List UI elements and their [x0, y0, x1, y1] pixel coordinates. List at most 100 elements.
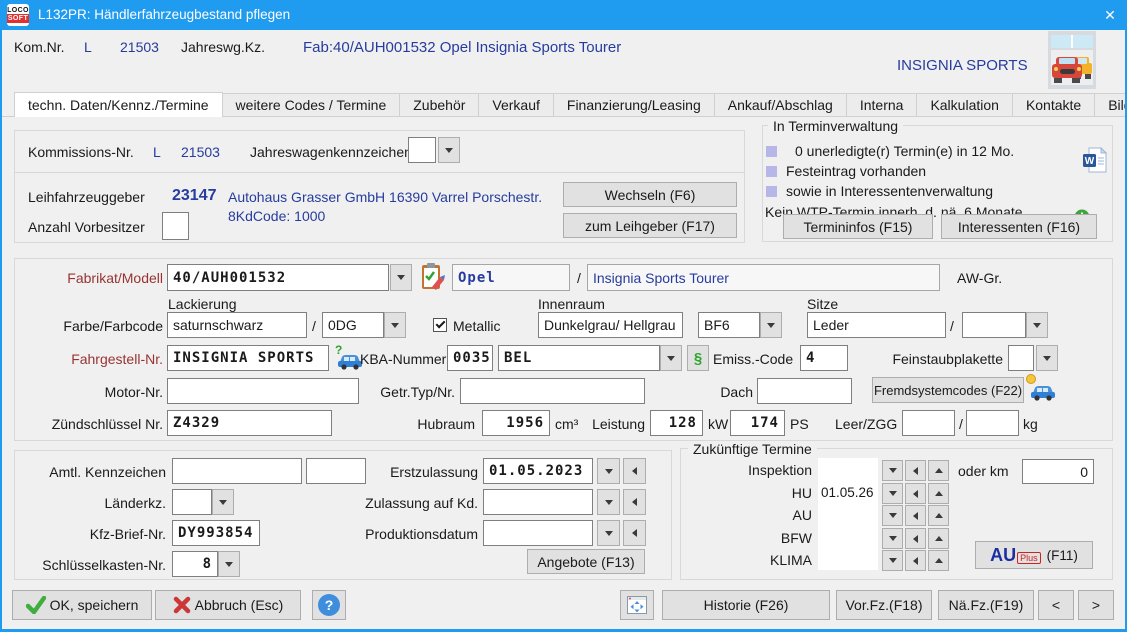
sitze-code-input[interactable] — [962, 312, 1026, 338]
laenderkz-label: Länderkz. — [20, 495, 166, 511]
inspektion-down-button[interactable] — [882, 460, 903, 481]
leistung-label: Leistung — [588, 416, 645, 432]
historie-button[interactable]: Historie (F26) — [662, 590, 830, 620]
klima-down-button[interactable] — [882, 550, 903, 571]
farbe-input[interactable]: saturnschwarz — [167, 312, 307, 338]
feinstaub-input[interactable] — [1008, 345, 1034, 371]
leergewicht-input[interactable] — [902, 410, 955, 436]
abbruch-button[interactable]: Abbruch (Esc) — [155, 590, 301, 620]
tab-kontakte[interactable]: Kontakte — [1013, 93, 1095, 117]
innenraum-input[interactable]: Dunkelgrau/ Hellgrau — [538, 312, 683, 338]
kba-input-2[interactable]: BEL — [498, 345, 660, 371]
au-plus-button[interactable]: AU Plus (F11) — [975, 541, 1093, 569]
fabrikat-combo-button[interactable] — [390, 264, 412, 291]
jahreswagen-combo-button[interactable] — [438, 137, 460, 163]
getriebe-input[interactable] — [460, 378, 645, 404]
klima-left-button[interactable] — [905, 550, 926, 571]
zum-leihgeber-button[interactable]: zum Leihgeber (F17) — [563, 213, 737, 238]
au-down-button[interactable] — [882, 505, 903, 526]
tab-kalkulation[interactable]: Kalkulation — [917, 93, 1013, 117]
laenderkz-combo-button[interactable] — [212, 489, 234, 515]
tab-weitere-codes[interactable]: weitere Codes / Termine — [223, 93, 401, 117]
fabrikat-label: Fabrikat/Modell — [28, 270, 163, 286]
zuendschluessel-input[interactable]: Z4329 — [167, 410, 332, 436]
tab-techn-daten[interactable]: techn. Daten/Kennz./Termine — [14, 92, 223, 117]
fahrgestell-input[interactable]: INSIGNIA SPORTS — [167, 345, 329, 371]
metallic-checkbox[interactable] — [433, 318, 447, 332]
fabrikat-input[interactable]: 40/AUH001532 — [167, 264, 389, 291]
bfw-left-button[interactable] — [905, 528, 926, 549]
interessenten-button[interactable]: Interessenten (F16) — [941, 214, 1097, 239]
paragraph-icon: § — [694, 350, 702, 367]
zulassung-back-button[interactable] — [623, 489, 646, 515]
feinstaub-combo-button[interactable] — [1036, 345, 1058, 371]
farbcode-input[interactable]: 0DG — [322, 312, 384, 338]
sitze-input[interactable]: Leder — [807, 312, 946, 338]
leistung-kw-input[interactable]: 128 — [650, 410, 703, 436]
farbcode-combo-button[interactable] — [384, 312, 406, 338]
produktion-combo-button[interactable] — [597, 520, 620, 546]
termininfos-button[interactable]: Termininfos (F15) — [783, 214, 933, 239]
tab-verkauf[interactable]: Verkauf — [479, 93, 553, 117]
schluesselkasten-input[interactable]: 8 — [172, 551, 218, 577]
bfw-down-button[interactable] — [882, 528, 903, 549]
inspektion-left-button[interactable] — [905, 460, 926, 481]
zgg-input[interactable] — [966, 410, 1019, 436]
zulassung-combo-button[interactable] — [597, 489, 620, 515]
clipboard-edit-icon[interactable] — [419, 262, 445, 293]
help-button[interactable]: ? — [312, 590, 346, 620]
word-document-icon[interactable]: W — [1082, 147, 1108, 176]
prev-button[interactable]: < — [1038, 590, 1074, 620]
innenraum-code-input[interactable]: BF6 — [698, 312, 760, 338]
kba-input-1[interactable]: 0035 — [447, 345, 493, 371]
tab-interna[interactable]: Interna — [847, 93, 918, 117]
emiss-code-input[interactable]: 4 — [800, 345, 848, 371]
produktion-back-button[interactable] — [623, 520, 646, 546]
inspektion-up-button[interactable] — [928, 460, 949, 481]
zulassung-kd-input[interactable] — [483, 489, 593, 515]
next-button[interactable]: > — [1078, 590, 1114, 620]
kennzeichen-input[interactable] — [172, 458, 302, 484]
hu-down-button[interactable] — [882, 483, 903, 504]
jahreswagen-input[interactable] — [408, 137, 436, 163]
angebote-button[interactable]: Angebote (F13) — [527, 549, 645, 574]
chevron-down-icon — [445, 148, 453, 157]
tab-zubehoer[interactable]: Zubehör — [400, 93, 479, 117]
erstzulassung-back-button[interactable] — [623, 458, 646, 484]
hu-up-button[interactable] — [928, 483, 949, 504]
leistung-ps-input[interactable]: 174 — [730, 410, 785, 436]
close-button[interactable]: ✕ — [1096, 0, 1124, 30]
fremdsystemcodes-button[interactable]: Fremdsystemcodes (F22) — [872, 377, 1024, 403]
window-resize-button[interactable] — [620, 590, 654, 620]
au-left-button[interactable] — [905, 505, 926, 526]
kba-combo-button[interactable] — [660, 345, 682, 371]
au-up-button[interactable] — [928, 505, 949, 526]
klima-up-button[interactable] — [928, 550, 949, 571]
vor-fz-button[interactable]: Vor.Fz.(F18) — [836, 590, 932, 620]
erstzulassung-combo-button[interactable] — [597, 458, 620, 484]
kfz-brief-input[interactable]: DY993854 — [172, 520, 260, 546]
tab-finanzierung[interactable]: Finanzierung/Leasing — [554, 93, 715, 117]
tab-ankauf[interactable]: Ankauf/Abschlag — [715, 93, 847, 117]
tab-bilder[interactable]: Bilder — [1095, 93, 1127, 117]
vorbesitzer-input[interactable] — [162, 212, 189, 240]
paragraph-law-button[interactable]: § — [687, 345, 709, 371]
motor-input[interactable] — [167, 378, 359, 404]
hu-left-button[interactable] — [905, 483, 926, 504]
termine-row-bfw: BFW — [700, 530, 812, 546]
produktionsdatum-input[interactable] — [483, 520, 593, 546]
chevron-down-icon — [391, 323, 399, 332]
dach-input[interactable] — [757, 378, 852, 404]
erstzulassung-input[interactable]: 01.05.2023 — [483, 458, 593, 484]
schluesselkasten-combo-button[interactable] — [218, 551, 240, 577]
bfw-up-button[interactable] — [928, 528, 949, 549]
hubraum-input[interactable]: 1956 — [482, 410, 550, 436]
ok-speichern-button[interactable]: OK, speichern — [12, 590, 152, 620]
oder-km-input[interactable]: 0 — [1022, 459, 1094, 484]
wechseln-button[interactable]: Wechseln (F6) — [563, 182, 737, 207]
innenraum-combo-button[interactable] — [760, 312, 782, 338]
laenderkz-input[interactable] — [172, 489, 212, 515]
nae-fz-button[interactable]: Nä.Fz.(F19) — [938, 590, 1034, 620]
sitze-combo-button[interactable] — [1026, 312, 1048, 338]
arrow-down-icon — [889, 491, 897, 500]
